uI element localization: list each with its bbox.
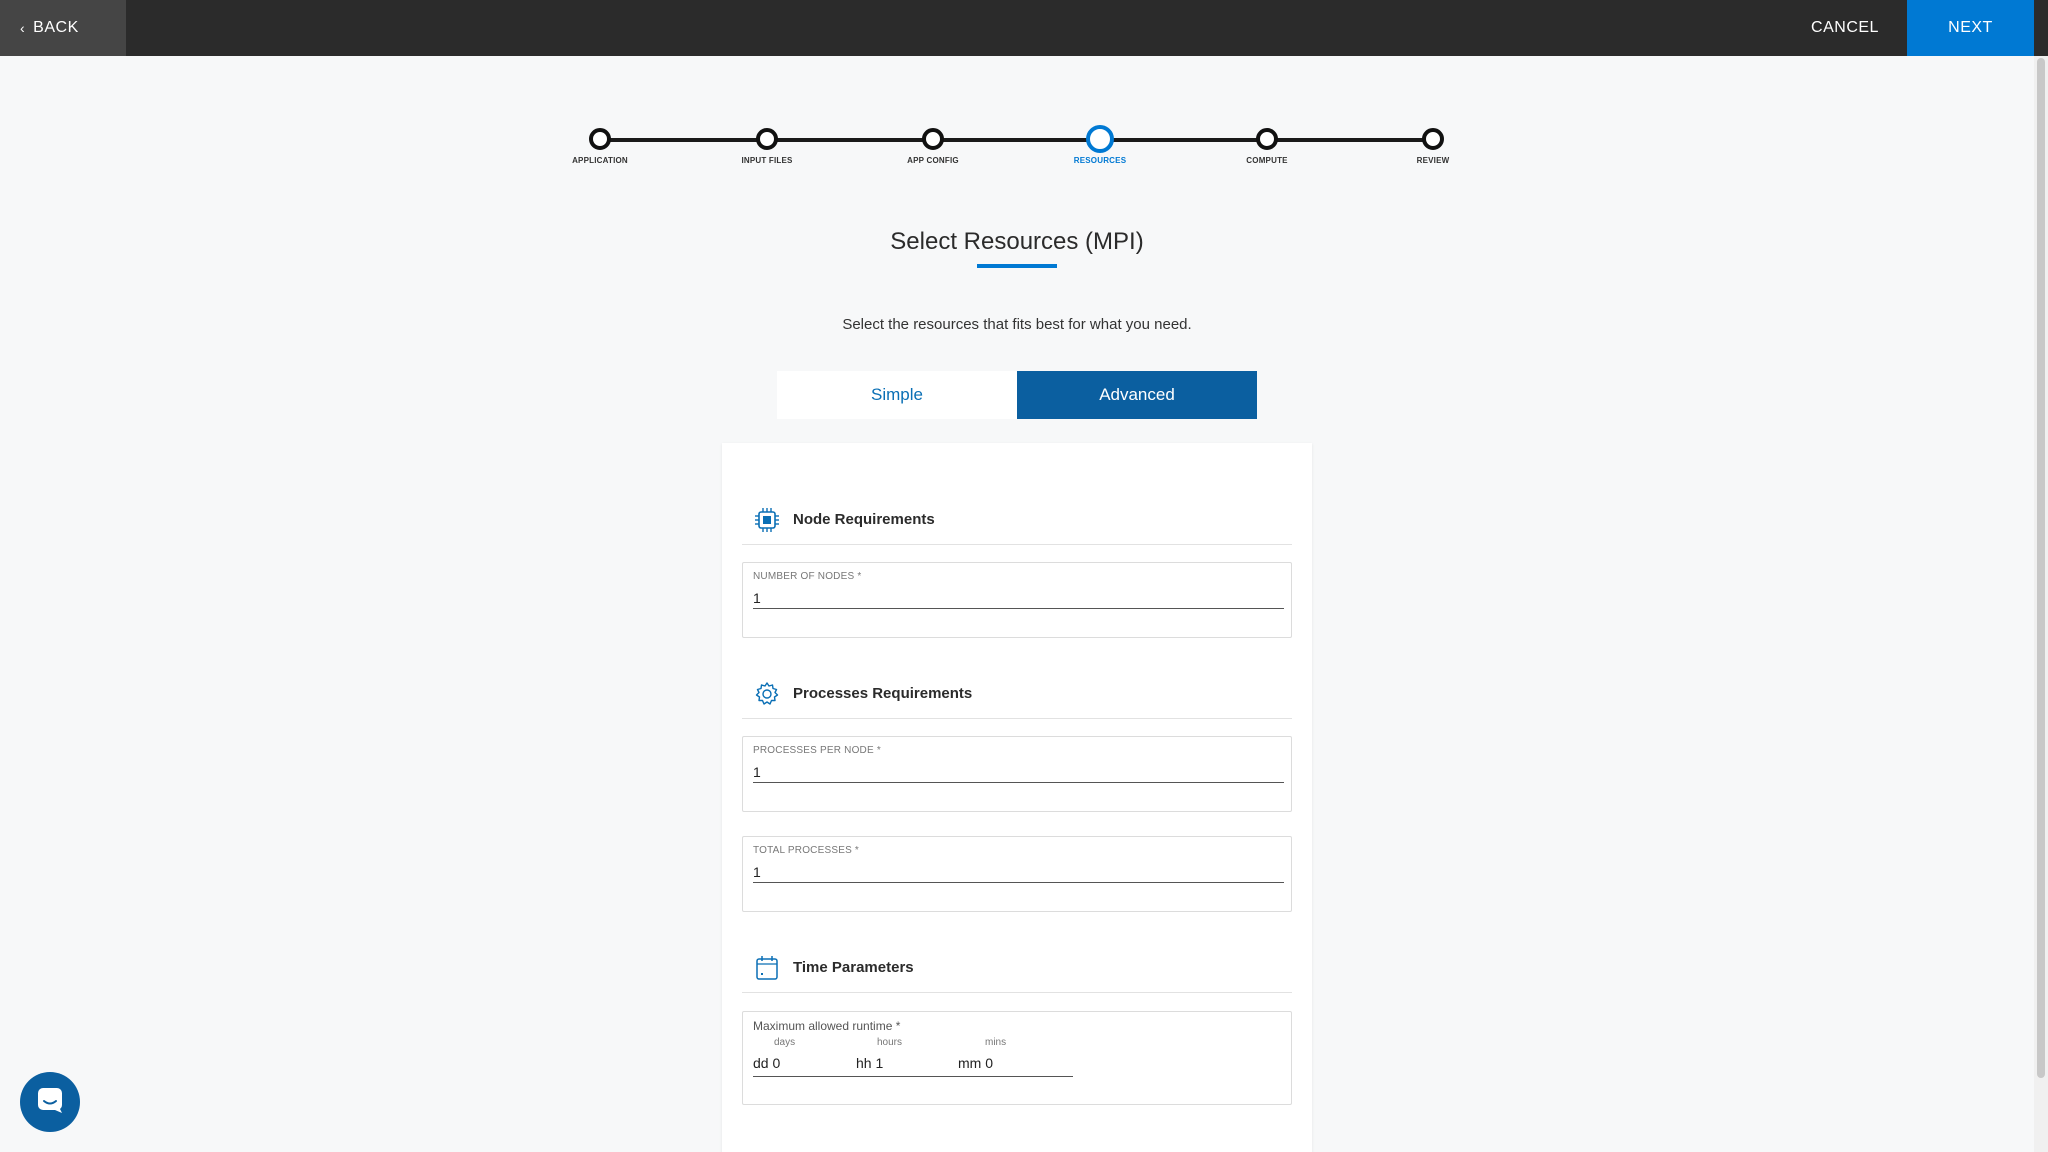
chat-icon [35,1085,65,1120]
total-processes-field: TOTAL PROCESSES * [742,836,1292,912]
processes-per-node-field: PROCESSES PER NODE * [742,736,1292,812]
hours-input[interactable]: hh 1 [856,1055,883,1071]
processes-per-node-label: PROCESSES PER NODE * [753,745,881,756]
mins-unit-label: mins [985,1037,1007,1048]
step-resources[interactable]: RESOURCES [1040,125,1160,165]
number-of-nodes-field: NUMBER OF NODES * [742,562,1292,638]
runtime-inputs: dd 0 hh 1 mm 0 [753,1053,1073,1077]
max-runtime-label: Maximum allowed runtime * [753,1019,901,1033]
node-requirements-header: Node Requirements [742,495,1292,545]
number-of-nodes-label: NUMBER OF NODES * [753,571,862,582]
resources-card: Node Requirements NUMBER OF NODES * Proc… [722,443,1312,1152]
processes-requirements-title: Processes Requirements [793,685,973,702]
step-label: REVIEW [1416,156,1450,165]
next-button[interactable]: NEXT [1907,0,2034,56]
time-parameters-header: Time Parameters [742,943,1292,993]
step-input-files[interactable]: INPUT FILES [707,128,827,165]
step-review[interactable]: REVIEW [1373,128,1493,165]
processes-per-node-input[interactable] [753,761,1284,783]
step-dot [756,128,778,150]
processes-requirements-header: Processes Requirements [742,669,1292,719]
step-dot-active [1086,125,1114,153]
days-prefix: dd [753,1055,769,1071]
top-bar: ‹ BACK CANCEL NEXT [0,0,2048,56]
days-input[interactable]: dd 0 [753,1055,780,1071]
step-label: APP CONFIG [907,156,959,165]
days-unit-label: days [774,1037,796,1048]
back-button[interactable]: ‹ BACK [0,0,126,56]
max-runtime-field: Maximum allowed runtime * days hours min… [742,1011,1292,1105]
days-value: 0 [772,1055,781,1071]
page-title: Select Resources (MPI) [890,228,1144,255]
hours-unit-label: hours [877,1037,903,1048]
step-dot [589,128,611,150]
number-of-nodes-input[interactable] [753,587,1284,609]
step-label: COMPUTE [1246,156,1288,165]
cpu-chip-icon [752,505,782,535]
total-processes-input[interactable] [753,861,1284,883]
step-label: INPUT FILES [741,156,793,165]
step-label: RESOURCES [1073,156,1127,165]
wizard-stepper: APPLICATION INPUT FILES APP CONFIG RESOU… [540,124,1460,184]
node-requirements-title: Node Requirements [793,511,935,528]
title-underline [977,264,1057,268]
cancel-button[interactable]: CANCEL [1790,0,1900,56]
step-app-config[interactable]: APP CONFIG [873,128,993,165]
step-application[interactable]: APPLICATION [540,128,660,165]
total-processes-label: TOTAL PROCESSES * [753,845,860,856]
scrollbar-thumb[interactable] [2037,58,2045,1078]
back-button-label: BACK [33,19,79,36]
mins-input[interactable]: mm 0 [958,1055,993,1071]
hours-value: 1 [875,1055,884,1071]
page-subtitle: Select the resources that fits best for … [842,316,1192,333]
mins-value: 0 [985,1055,994,1071]
mins-prefix: mm [958,1055,982,1071]
mode-toggle: Simple Advanced [777,371,1257,419]
step-dot [1256,128,1278,150]
step-label: APPLICATION [572,156,628,165]
chevron-left-icon: ‹ [20,20,26,36]
calendar-icon [752,953,782,983]
hours-prefix: hh [856,1055,872,1071]
advanced-mode-button[interactable]: Advanced [1017,371,1257,419]
step-compute[interactable]: COMPUTE [1207,128,1327,165]
scrollbar[interactable] [2034,56,2048,1152]
step-dot [922,128,944,150]
simple-mode-button[interactable]: Simple [777,371,1017,419]
chat-support-button[interactable] [20,1072,80,1132]
time-parameters-title: Time Parameters [793,959,914,976]
step-dot [1422,128,1444,150]
gear-icon [752,679,782,709]
